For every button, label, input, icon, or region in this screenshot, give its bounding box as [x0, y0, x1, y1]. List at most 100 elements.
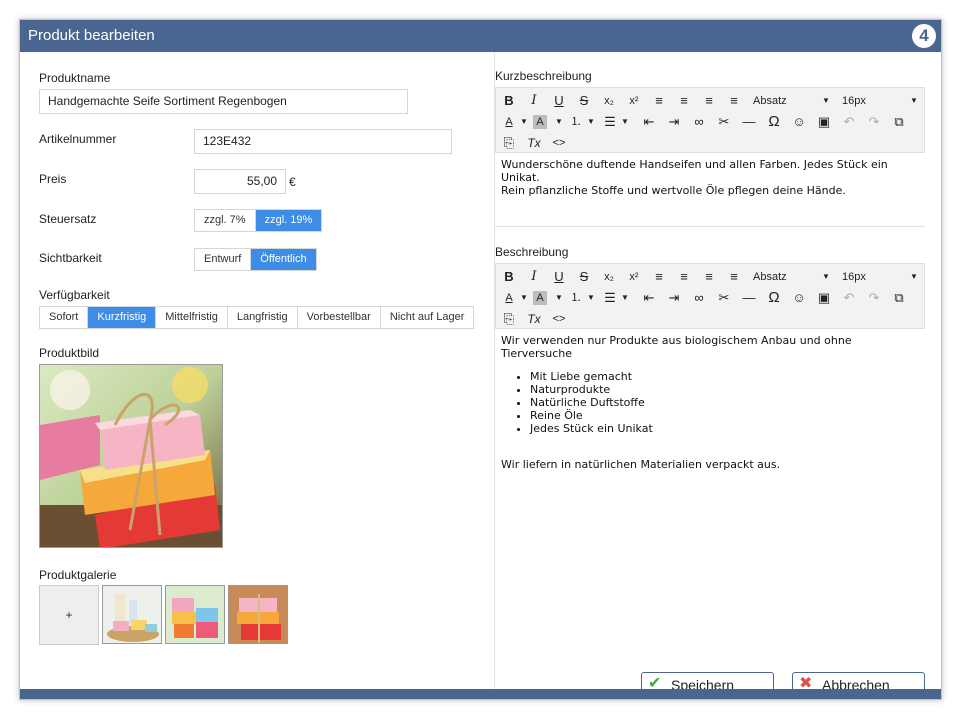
unlink-icon[interactable]: ✂ — [714, 111, 734, 133]
clear-formatting-icon[interactable]: Tx — [524, 308, 544, 330]
description-outro: Wir liefern in natürlichen Materialien v… — [501, 458, 781, 471]
redo-icon[interactable]: ↷ — [864, 287, 884, 309]
description-intro: Wir verwenden nur Produkte aus biologisc… — [501, 334, 852, 360]
list-item: Reine Öle — [530, 409, 919, 422]
numbered-list-icon[interactable]: ⒈ — [566, 111, 586, 133]
visibility-option-public[interactable]: Öffentlich — [251, 249, 316, 270]
strikethrough-icon[interactable]: S — [574, 266, 594, 288]
bullet-list-icon[interactable]: ☰ — [600, 287, 620, 309]
paste-icon[interactable]: ⎘ — [499, 132, 519, 154]
italic-icon[interactable]: I — [524, 90, 544, 112]
text-color-icon[interactable]: A — [499, 111, 519, 133]
bold-icon[interactable]: B — [499, 90, 519, 112]
align-center-icon[interactable]: ≡ — [674, 266, 694, 288]
availability-option-vorbestellbar[interactable]: Vorbestellbar — [297, 307, 381, 328]
copy-icon[interactable]: ⧉ — [889, 111, 909, 133]
text-color-icon[interactable]: A — [499, 287, 519, 309]
font-size-select[interactable]: 16px — [842, 90, 912, 112]
image-icon[interactable]: ▣ — [814, 287, 834, 309]
subscript-icon[interactable]: x₂ — [599, 266, 619, 288]
chevron-down-icon: ▼ — [621, 117, 629, 126]
horizontal-rule-icon[interactable]: — — [739, 111, 759, 133]
source-code-icon[interactable]: <> — [549, 308, 569, 330]
superscript-icon[interactable]: x² — [624, 266, 644, 288]
gallery-thumbnail[interactable] — [228, 585, 288, 644]
image-icon[interactable]: ▣ — [814, 111, 834, 133]
copy-icon[interactable]: ⧉ — [889, 287, 909, 309]
chevron-down-icon: ▼ — [520, 117, 528, 126]
tax-option-19[interactable]: zzgl. 19% — [255, 210, 322, 231]
price-label: Preis — [39, 172, 67, 186]
source-code-icon[interactable]: <> — [549, 132, 569, 154]
font-size-select[interactable]: 16px — [842, 266, 912, 288]
editor-toolbar: B I U S x₂ x² ≡ ≡ ≡ ≡ Absatz ▼ 16px ▼ A … — [495, 87, 925, 153]
sku-input[interactable]: 123E432 — [194, 129, 452, 154]
background-color-icon[interactable]: A — [533, 115, 547, 129]
indent-icon[interactable]: ⇥ — [664, 111, 684, 133]
paste-icon[interactable]: ⎘ — [499, 308, 519, 330]
undo-icon[interactable]: ↶ — [839, 287, 859, 309]
visibility-option-draft[interactable]: Entwurf — [195, 249, 252, 270]
availability-option-kurzfristig[interactable]: Kurzfristig — [88, 307, 157, 328]
superscript-icon[interactable]: x² — [624, 90, 644, 112]
align-justify-icon[interactable]: ≡ — [724, 90, 744, 112]
description-list: Mit Liebe gemacht Naturprodukte Natürlic… — [530, 370, 919, 435]
availability-option-mittelfristig[interactable]: Mittelfristig — [156, 307, 228, 328]
align-center-icon[interactable]: ≡ — [674, 90, 694, 112]
link-icon[interactable]: ∞ — [689, 287, 709, 309]
tax-option-7[interactable]: zzgl. 7% — [195, 210, 256, 231]
align-justify-icon[interactable]: ≡ — [724, 266, 744, 288]
outdent-icon[interactable]: ⇤ — [639, 287, 659, 309]
format-select[interactable]: Absatz — [753, 266, 823, 288]
availability-label: Verfügbarkeit — [39, 288, 110, 302]
gallery-thumbnail[interactable] — [165, 585, 225, 644]
bold-icon[interactable]: B — [499, 266, 519, 288]
align-left-icon[interactable]: ≡ — [649, 266, 669, 288]
product-name-label: Produktname — [39, 71, 111, 85]
undo-icon[interactable]: ↶ — [839, 111, 859, 133]
chevron-down-icon: ▼ — [520, 293, 528, 302]
indent-icon[interactable]: ⇥ — [664, 287, 684, 309]
horizontal-rule-icon[interactable]: — — [739, 287, 759, 309]
numbered-list-icon[interactable]: ⒈ — [566, 287, 586, 309]
align-left-icon[interactable]: ≡ — [649, 90, 669, 112]
outdent-icon[interactable]: ⇤ — [639, 111, 659, 133]
special-char-icon[interactable]: Ω — [764, 287, 784, 309]
unlink-icon[interactable]: ✂ — [714, 287, 734, 309]
availability-option-nicht-auf-lager[interactable]: Nicht auf Lager — [380, 307, 474, 328]
align-right-icon[interactable]: ≡ — [699, 90, 719, 112]
redo-icon[interactable]: ↷ — [864, 111, 884, 133]
chevron-down-icon: ▼ — [822, 96, 830, 105]
chevron-down-icon: ▼ — [555, 117, 563, 126]
product-image-label: Produktbild — [39, 346, 100, 360]
align-right-icon[interactable]: ≡ — [699, 266, 719, 288]
price-input[interactable]: 55,00 — [194, 169, 286, 194]
description-label: Beschreibung — [495, 245, 569, 259]
subscript-icon[interactable]: x₂ — [599, 90, 619, 112]
visibility-label: Sichtbarkeit — [39, 251, 102, 265]
gallery-thumbnail[interactable] — [102, 585, 162, 644]
availability-option-sofort[interactable]: Sofort — [40, 307, 89, 328]
emoji-icon[interactable]: ☺ — [789, 111, 809, 133]
gallery-add-button[interactable]: + — [39, 585, 99, 645]
clear-formatting-icon[interactable]: Tx — [524, 132, 544, 154]
background-color-icon[interactable]: A — [533, 291, 547, 305]
strikethrough-icon[interactable]: S — [574, 90, 594, 112]
bottom-bar — [20, 689, 941, 699]
bullet-list-icon[interactable]: ☰ — [600, 111, 620, 133]
product-image[interactable] — [39, 364, 223, 548]
format-select[interactable]: Absatz — [753, 90, 823, 112]
link-icon[interactable]: ∞ — [689, 111, 709, 133]
italic-icon[interactable]: I — [524, 266, 544, 288]
description-editor: B I U S x₂ x² ≡ ≡ ≡ ≡ Absatz ▼ 16px ▼ A … — [495, 263, 925, 471]
special-char-icon[interactable]: Ω — [764, 111, 784, 133]
short-description-content[interactable]: Wunderschöne duftende Handseifen und all… — [495, 153, 925, 227]
gallery-photo-2 — [166, 586, 224, 643]
visibility-toggle: Entwurf Öffentlich — [194, 248, 317, 271]
underline-icon[interactable]: U — [549, 90, 569, 112]
emoji-icon[interactable]: ☺ — [789, 287, 809, 309]
product-name-input[interactable]: Handgemachte Seife Sortiment Regenbogen — [39, 89, 408, 114]
description-content[interactable]: Wir verwenden nur Produkte aus biologisc… — [495, 329, 925, 471]
underline-icon[interactable]: U — [549, 266, 569, 288]
availability-option-langfristig[interactable]: Langfristig — [227, 307, 298, 328]
